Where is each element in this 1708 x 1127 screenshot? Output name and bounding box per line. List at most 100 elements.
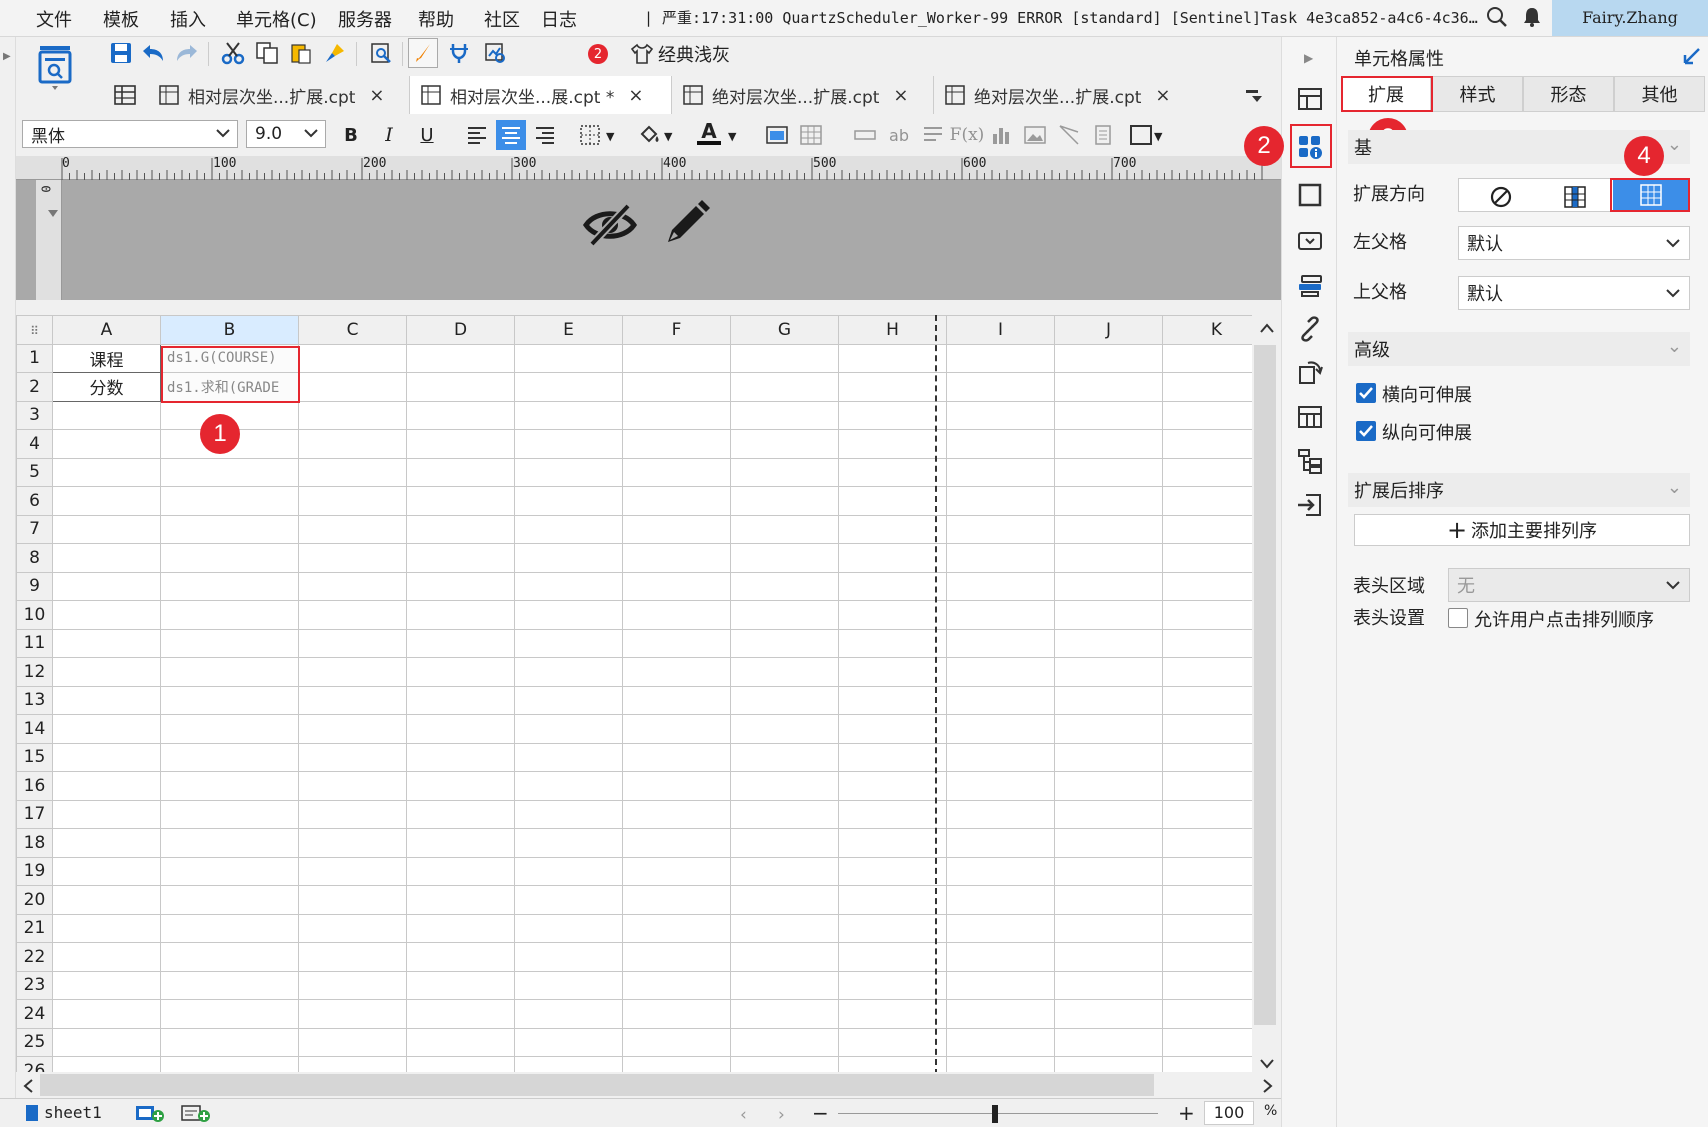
row-header[interactable]: 23 [16,970,53,1000]
undo-icon[interactable] [138,38,168,68]
cell-k4[interactable] [1162,429,1252,459]
cell-h14[interactable] [838,714,947,744]
cell-f6[interactable] [622,486,731,516]
row-header[interactable]: 5 [16,457,53,487]
row-header[interactable]: 25 [16,1027,53,1057]
cell-b16[interactable] [160,771,299,801]
row-header[interactable]: 12 [16,657,53,687]
add-sheet-icon[interactable] [134,1103,166,1127]
allow-sort-checkbox[interactable] [1448,608,1468,628]
cell-h21[interactable] [838,913,947,943]
fill-dropdown-icon[interactable]: ▼ [664,130,672,143]
horizontal-expand-checkbox[interactable] [1356,383,1376,403]
cell-d21[interactable] [406,913,515,943]
cell-d19[interactable] [406,856,515,886]
cell-g13[interactable] [730,685,839,715]
vertical-scrollbar[interactable] [1252,315,1281,1075]
cell-g2[interactable] [730,372,839,402]
cell-e6[interactable] [514,486,623,516]
cell-b10[interactable] [160,600,299,630]
cell-a7[interactable] [52,514,161,544]
cell-e20[interactable] [514,885,623,915]
cell-f2[interactable] [622,372,731,402]
cell-f7[interactable] [622,514,731,544]
column-header-g[interactable]: G [730,315,839,345]
italic-icon[interactable]: I [374,120,404,150]
fill-color-icon[interactable] [634,120,664,150]
table-icon[interactable] [796,120,826,150]
cell-a21[interactable] [52,913,161,943]
cell-e12[interactable] [514,657,623,687]
column-header-b[interactable]: B [160,315,299,345]
cell-h4[interactable] [838,429,947,459]
menu-log[interactable]: 日志 [541,6,577,32]
frame-icon[interactable] [1126,120,1156,150]
cell-d9[interactable] [406,571,515,601]
cell-g17[interactable] [730,799,839,829]
cell-c14[interactable] [298,714,407,744]
cell-b23[interactable] [160,970,299,1000]
cell-k24[interactable] [1162,999,1252,1029]
rich-text-icon[interactable] [918,120,948,150]
cell-j5[interactable] [1054,457,1163,487]
cell-e25[interactable] [514,1027,623,1057]
cell-g22[interactable] [730,942,839,972]
cell-g3[interactable] [730,400,839,430]
font-size-select[interactable]: 9.0 [246,120,326,148]
cell-j8[interactable] [1054,543,1163,573]
cell-d4[interactable] [406,429,515,459]
menu-help[interactable]: 帮助 [418,6,454,32]
row-header[interactable]: 3 [16,400,53,430]
cell-j13[interactable] [1054,685,1163,715]
column-header-j[interactable]: J [1054,315,1163,345]
chart-search-icon[interactable] [480,38,510,68]
cell-a17[interactable] [52,799,161,829]
cell-g24[interactable] [730,999,839,1029]
row-header[interactable]: 2 [16,372,53,402]
cell-j24[interactable] [1054,999,1163,1029]
cell-j17[interactable] [1054,799,1163,829]
vertical-expand-icon[interactable] [1563,185,1587,214]
column-header-d[interactable]: D [406,315,515,345]
menu-template[interactable]: 模板 [103,6,139,32]
cell-j14[interactable] [1054,714,1163,744]
scroll-right-icon[interactable] [1262,1078,1274,1099]
cell-e16[interactable] [514,771,623,801]
cell-i12[interactable] [946,657,1055,687]
close-icon[interactable]: × [893,85,908,106]
cell-d15[interactable] [406,742,515,772]
align-left-icon[interactable] [462,120,492,150]
cell-f9[interactable] [622,571,731,601]
cell-k14[interactable] [1162,714,1252,744]
formula-brush-icon[interactable] [408,38,438,68]
cell-g14[interactable] [730,714,839,744]
cell-k21[interactable] [1162,913,1252,943]
cell-d18[interactable] [406,828,515,858]
cell-k20[interactable] [1162,885,1252,915]
row-header[interactable]: 4 [16,429,53,459]
cell-a16[interactable] [52,771,161,801]
cell-c7[interactable] [298,514,407,544]
cell-h24[interactable] [838,999,947,1029]
cell-h19[interactable] [838,856,947,886]
cell-c16[interactable] [298,771,407,801]
scroll-thumb[interactable] [1254,345,1276,1025]
row-header[interactable]: 17 [16,799,53,829]
data-refresh-icon[interactable] [1296,359,1324,392]
cell-e9[interactable] [514,571,623,601]
cell-i3[interactable] [946,400,1055,430]
cell-i17[interactable] [946,799,1055,829]
cell-d11[interactable] [406,628,515,658]
cell-d2[interactable] [406,372,515,402]
cell-e24[interactable] [514,999,623,1029]
condition-icon[interactable] [1296,271,1324,304]
cell-i22[interactable] [946,942,1055,972]
cell-f18[interactable] [622,828,731,858]
tab-document-2[interactable]: 相对层次坐...展.cpt * × [410,76,672,114]
cell-h17[interactable] [838,799,947,829]
cell-g15[interactable] [730,742,839,772]
cell-f8[interactable] [622,543,731,573]
cell-e11[interactable] [514,628,623,658]
cell-f5[interactable] [622,457,731,487]
cell-j1[interactable] [1054,343,1163,373]
